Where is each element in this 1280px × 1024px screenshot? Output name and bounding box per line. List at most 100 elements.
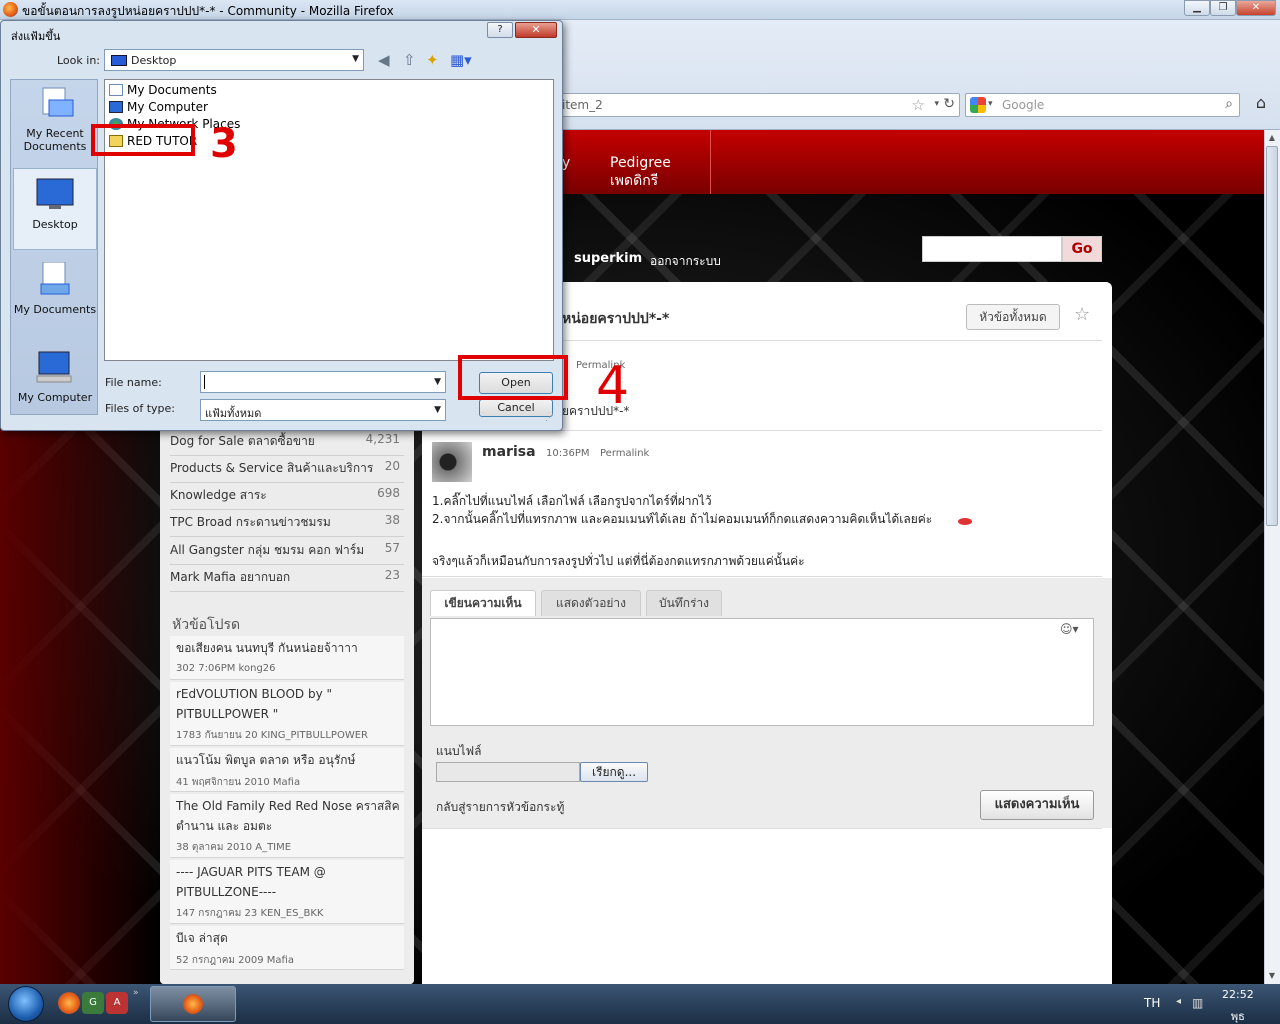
help-icon[interactable]: ?	[487, 22, 513, 38]
smiley-icon[interactable]: ☺▾	[1060, 622, 1079, 636]
scrollbar-thumb[interactable]	[1266, 146, 1278, 526]
category-label: All Gangster กลุ่ม ชมรม คอก ฟาร์ม	[170, 543, 365, 557]
favorite-topic-title: ขอเสียงคน นนทบุรี กันหน่อยจ้าาาา	[176, 641, 358, 655]
chevron-down-icon[interactable]: ▼	[434, 377, 441, 387]
search-engine-dropdown-icon[interactable]: ▾	[988, 99, 993, 109]
category-row[interactable]: Dog for Sale ตลาดซื้อขาย 4,231	[170, 432, 404, 456]
bookmark-star-icon[interactable]: ☆	[912, 96, 925, 114]
scroll-up-icon[interactable]: ▲	[1264, 130, 1280, 146]
favorite-topic[interactable]: บีเจ ล่าสุด 52 กรกฎาคม 2009 Mafia	[170, 926, 404, 970]
tab-save-draft[interactable]: บันทึกร่าง	[646, 590, 722, 616]
cancel-button[interactable]: Cancel	[479, 399, 553, 417]
site-search-input[interactable]	[922, 236, 1062, 262]
url-dropdown-icon[interactable]: ▾	[934, 99, 939, 109]
file-type-select[interactable]: แฟ้มทั้งหมด ▼	[200, 399, 446, 421]
comment-textarea[interactable]	[430, 618, 1094, 726]
reply-line-1: 1.คลิ๊กไปที่แนบไฟล์ เลือกไฟล์ เลือกรูปจา…	[432, 494, 712, 508]
category-row[interactable]: Knowledge สาระ 698	[170, 486, 404, 510]
favorite-topic[interactable]: ---- JAGUAR PITS TEAM @ PITBULLZONE---- …	[170, 860, 404, 924]
place-desktop[interactable]: Desktop	[13, 168, 97, 250]
post-comment-button[interactable]: แสดงความเห็น	[980, 790, 1094, 820]
category-label: Knowledge สาระ	[170, 488, 267, 502]
nav-item-partial[interactable]: y	[562, 154, 570, 172]
app-icon[interactable]: A	[106, 992, 128, 1014]
category-count: 23	[384, 568, 400, 582]
category-row[interactable]: TPC Broad กระดานข่าวชมรม 38	[170, 513, 404, 537]
category-row[interactable]: Products & Service สินค้าและบริการ 20	[170, 459, 404, 483]
lips-emoji-icon	[958, 518, 972, 525]
category-count: 4,231	[365, 432, 400, 446]
minimize-icon[interactable]: ▁	[1184, 0, 1210, 16]
url-text: item_2	[562, 98, 603, 112]
file-item[interactable]: My Computer	[109, 100, 208, 114]
browse-button[interactable]: เรียกดู...	[580, 762, 648, 782]
place-label: My Recent Documents	[23, 127, 87, 153]
taskbar-firefox-window[interactable]	[150, 986, 236, 1022]
reply-line-2: 2.จากนั้นคลิ๊กไปที่แทรกภาพ และคอมเมนท์ได…	[432, 512, 933, 526]
avatar[interactable]	[432, 442, 472, 482]
username-link[interactable]: superkim	[574, 251, 642, 266]
clock[interactable]: 22:52 พุธ	[1222, 988, 1254, 1024]
favorite-topic[interactable]: rEdVOLUTION BLOOD by " PITBULLPOWER " 17…	[170, 682, 404, 746]
nav-item-pedigree-th: เพดดิกรี	[610, 173, 659, 189]
attach-label: แนบไฟล์	[436, 744, 482, 758]
category-row[interactable]: Mark Mafia อยากบอก 23	[170, 568, 404, 592]
reply-author[interactable]: marisa	[482, 444, 536, 460]
home-icon[interactable]: ⌂	[1248, 93, 1274, 117]
new-folder-icon[interactable]: ✦	[426, 51, 439, 69]
clock-time: 22:52	[1222, 988, 1254, 1001]
place-my-documents[interactable]: My Documents	[13, 261, 97, 340]
reply-permalink[interactable]: Permalink	[600, 448, 649, 459]
google-icon[interactable]	[970, 97, 986, 113]
category-count: 698	[377, 486, 400, 500]
resize-grip-icon[interactable]: ⋰	[545, 413, 554, 423]
desktop-icon	[111, 55, 127, 66]
scroll-down-icon[interactable]: ▼	[1264, 968, 1280, 984]
favorite-topic-title: ---- JAGUAR PITS TEAM @ PITBULLZONE----	[176, 865, 326, 899]
site-search-button[interactable]: Go	[1062, 236, 1102, 262]
dialog-close-icon[interactable]: ✕	[515, 22, 557, 38]
logout-link[interactable]: ออกจากระบบ	[650, 252, 721, 271]
place-my-computer[interactable]: My Computer	[13, 350, 97, 414]
favorite-topic[interactable]: แนวโน้ม พิตบูล ตลาด หรือ อนุรักษ์ 41 พฤศ…	[170, 748, 404, 792]
nav-item-pedigree[interactable]: Pedigree เพดดิกรี	[610, 154, 671, 190]
file-item[interactable]: My Documents	[109, 83, 217, 97]
app-icon[interactable]: G	[82, 992, 104, 1014]
file-name-input[interactable]: ▼	[200, 371, 446, 393]
close-icon[interactable]: ✕	[1236, 0, 1276, 16]
reply-line-3: จริงๆแล้วก็เหมือนกับการลงรูปทั่วไป แต่ที…	[432, 554, 805, 568]
web-search-box[interactable]: ▾ Google ⌕	[965, 93, 1240, 117]
tab-preview[interactable]: แสดงตัวอย่าง	[541, 590, 641, 616]
browser-title-bar: ขอขั้นตอนการลงรูปหน่อยคราปปป*-* - Commun…	[0, 0, 1280, 20]
category-label: TPC Broad กระดานข่าวชมรม	[170, 515, 331, 529]
back-to-topics-link[interactable]: กลับสู่รายการหัวข้อกระทู้	[436, 798, 564, 817]
favorite-star-icon[interactable]: ☆	[1074, 304, 1090, 325]
up-folder-icon[interactable]: ⇧	[403, 51, 416, 69]
favorite-topic[interactable]: The Old Family Red Red Nose คราสสิค ตำนา…	[170, 794, 404, 858]
place-recent-documents[interactable]: My Recent Documents	[13, 86, 97, 162]
category-row[interactable]: All Gangster กลุ่ม ชมรม คอก ฟาร์ม 57	[170, 541, 404, 565]
category-label: Mark Mafia อยากบอก	[170, 570, 291, 584]
look-in-select[interactable]: Desktop ▼	[104, 49, 364, 71]
firefox-icon[interactable]	[58, 992, 80, 1014]
favorite-topic-meta: 41 พฤศจิกายน 2010 Mafia	[176, 777, 301, 788]
favorite-topic[interactable]: ขอเสียงคน นนทบุรี กันหน่อยจ้าาาา 302 7:0…	[170, 636, 404, 680]
network-tray-icon[interactable]: ▥	[1192, 996, 1203, 1010]
file-list: My Documents My Computer My Network Plac…	[104, 79, 554, 361]
reload-icon[interactable]: ↻	[943, 96, 955, 112]
language-indicator[interactable]: TH	[1144, 996, 1160, 1010]
look-in-label: Look in:	[57, 54, 100, 67]
category-count: 20	[384, 459, 400, 473]
all-topics-button[interactable]: หัวข้อทั้งหมด	[966, 304, 1060, 330]
tray-arrow-icon[interactable]: ◂	[1176, 996, 1181, 1007]
place-label: Desktop	[32, 218, 78, 231]
view-menu-icon[interactable]: ▦▾	[450, 51, 472, 69]
show-more-icon[interactable]: »	[133, 988, 139, 998]
back-icon[interactable]: ◀	[378, 51, 390, 69]
tab-write-comment[interactable]: เขียนความเห็น	[430, 590, 536, 616]
url-bar[interactable]: item_2 ☆ ▾ ↻	[555, 93, 960, 117]
attach-file-input[interactable]	[436, 762, 580, 782]
start-button[interactable]	[8, 986, 44, 1022]
maximize-icon[interactable]: ❐	[1210, 0, 1236, 16]
search-icon[interactable]: ⌕	[1225, 96, 1233, 112]
